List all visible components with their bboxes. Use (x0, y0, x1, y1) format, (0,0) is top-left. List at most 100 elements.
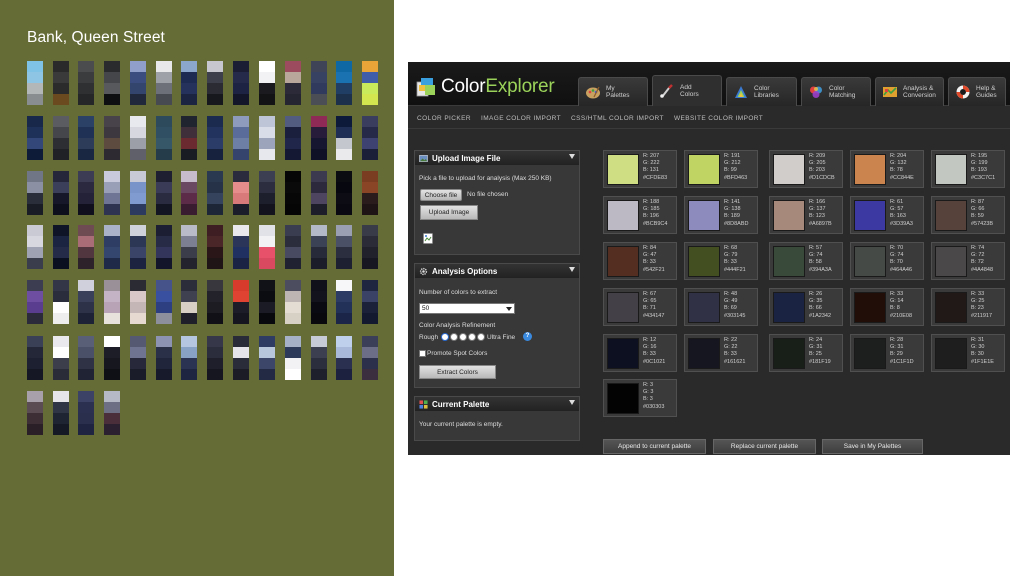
slide-panel: Bank, Queen Street (0, 0, 394, 576)
color-swatch[interactable] (607, 246, 639, 277)
color-swatch[interactable] (773, 154, 805, 185)
collapse-arrow-icon[interactable] (569, 267, 575, 272)
color-card[interactable]: R: 12 G: 16 B: 33 #0C1021 (603, 334, 677, 372)
color-swatch[interactable] (935, 246, 967, 277)
color-swatch[interactable] (935, 154, 967, 185)
color-swatch[interactable] (607, 154, 639, 185)
swatch-cell (285, 72, 301, 83)
help-info-icon[interactable]: ? (523, 332, 532, 341)
refinement-radio-2[interactable] (450, 333, 458, 341)
color-card[interactable]: R: 84 G: 47 B: 33 #542F21 (603, 242, 677, 280)
color-swatch[interactable] (688, 292, 720, 323)
color-card[interactable]: R: 24 G: 31 B: 25 #181F19 (769, 334, 843, 372)
color-card[interactable]: R: 3 G: 3 B: 3 #030303 (603, 379, 677, 417)
swatch-cell (336, 369, 352, 380)
tab-add-colors[interactable]: Add Colors (652, 75, 722, 106)
color-card[interactable]: R: 33 G: 14 B: 8 #210E08 (850, 288, 924, 326)
color-card[interactable]: R: 33 G: 25 B: 23 #211917 (931, 288, 1005, 326)
color-card[interactable]: R: 70 G: 74 B: 70 #464A46 (850, 242, 924, 280)
app-logo[interactable]: ColorExplorer (441, 76, 555, 98)
color-swatch[interactable] (773, 200, 805, 231)
color-card[interactable]: R: 74 G: 72 B: 72 #4A4848 (931, 242, 1005, 280)
choose-file-button[interactable]: Choose file (420, 189, 462, 201)
color-card[interactable]: R: 31 G: 30 B: 30 #1F1E1E (931, 334, 1005, 372)
analysis-panel-header[interactable]: Analysis Options (415, 264, 579, 278)
collapse-arrow-icon[interactable] (569, 154, 575, 159)
colors-count-select[interactable]: 50 (419, 303, 515, 314)
tab-analysis-conversion[interactable]: Analysis & Conversion (875, 77, 944, 106)
color-swatch[interactable] (773, 246, 805, 277)
color-value-g: G: 35 (809, 298, 823, 305)
color-card[interactable]: R: 141 G: 138 B: 189 #8D8ABD (684, 196, 758, 234)
tab-color-libraries[interactable]: Color Libraries (726, 77, 797, 106)
color-card[interactable]: R: 209 G: 205 B: 203 #D1CDCB (769, 150, 843, 188)
color-swatch[interactable] (688, 246, 720, 277)
color-swatch[interactable] (607, 383, 639, 414)
subnav-website-color-import[interactable]: WEBSITE COLOR IMPORT (674, 115, 763, 122)
color-card[interactable]: R: 67 G: 65 B: 71 #434147 (603, 288, 677, 326)
append-to-palette-button[interactable]: Append to current palette (603, 439, 706, 454)
color-card[interactable]: R: 57 G: 74 B: 58 #394A3A (769, 242, 843, 280)
color-card[interactable]: R: 195 G: 199 B: 193 #C3C7C1 (931, 150, 1005, 188)
swatch-cell (285, 182, 301, 193)
upload-panel-header[interactable]: Upload Image File (415, 151, 579, 165)
upload-image-button[interactable]: Upload Image (420, 205, 478, 220)
swatch-cell (311, 258, 327, 269)
color-card[interactable]: R: 191 G: 212 B: 99 #BFD463 (684, 150, 758, 188)
color-swatch[interactable] (935, 338, 967, 369)
swatch-cell (181, 291, 197, 302)
swatch-column (104, 171, 120, 215)
swatch-cell (78, 171, 94, 182)
color-card[interactable]: R: 204 G: 132 B: 78 #CC844E (850, 150, 924, 188)
swatch-cell (27, 116, 43, 127)
color-swatch[interactable] (935, 200, 967, 231)
color-card[interactable]: R: 188 G: 185 B: 196 #BCB9C4 (603, 196, 677, 234)
palette-panel-header[interactable]: Current Palette (415, 397, 579, 411)
color-swatch[interactable] (854, 154, 886, 185)
color-swatch[interactable] (688, 154, 720, 185)
color-swatch[interactable] (854, 338, 886, 369)
extract-colors-button[interactable]: Extract Colors (419, 365, 496, 379)
refinement-radio-1[interactable] (441, 333, 449, 341)
color-swatch[interactable] (773, 292, 805, 323)
color-card[interactable]: R: 87 G: 66 B: 59 #57423B (931, 196, 1005, 234)
color-value-r: R: 74 (971, 245, 985, 251)
color-card[interactable]: R: 28 G: 31 B: 29 #1C1F1D (850, 334, 924, 372)
color-swatch[interactable] (607, 292, 639, 323)
refinement-radio-4[interactable] (468, 333, 476, 341)
color-value-r: R: 3 (643, 382, 654, 388)
color-card[interactable]: R: 22 G: 22 B: 33 #161621 (684, 334, 758, 372)
color-swatch[interactable] (607, 200, 639, 231)
collapse-arrow-icon[interactable] (569, 400, 575, 405)
color-card[interactable]: R: 26 G: 35 B: 66 #1A2342 (769, 288, 843, 326)
replace-palette-button[interactable]: Replace current palette (713, 439, 816, 454)
refinement-radio-5[interactable] (477, 333, 485, 341)
color-swatch[interactable] (854, 200, 886, 231)
swatch-cell (233, 171, 249, 182)
color-swatch[interactable] (935, 292, 967, 323)
color-swatch[interactable] (854, 246, 886, 277)
color-swatch[interactable] (773, 338, 805, 369)
color-card[interactable]: R: 68 G: 79 B: 33 #444F21 (684, 242, 758, 280)
color-swatch[interactable] (854, 292, 886, 323)
swatch-column (207, 61, 223, 105)
color-card[interactable]: R: 207 G: 222 B: 131 #CFDE83 (603, 150, 677, 188)
refinement-radio-3[interactable] (459, 333, 467, 341)
color-card[interactable]: R: 61 G: 57 B: 163 #3D39A3 (850, 196, 924, 234)
save-in-my-palettes-button[interactable]: Save in My Palettes (822, 439, 923, 454)
tab-color-matching[interactable]: Color Matching (801, 77, 871, 106)
color-card[interactable]: R: 166 G: 137 B: 123 #A6897B (769, 196, 843, 234)
tab-help-guides[interactable]: Help & Guides (948, 77, 1006, 106)
promote-spot-colors-checkbox[interactable] (419, 350, 426, 357)
color-value-b: B: 99 (724, 167, 737, 174)
color-value-g: G: 22 (724, 344, 738, 351)
color-swatch[interactable] (607, 338, 639, 369)
subnav-color-picker[interactable]: COLOR PICKER (417, 115, 471, 122)
color-swatch[interactable] (688, 338, 720, 369)
swatch-cell (27, 94, 43, 105)
color-swatch[interactable] (688, 200, 720, 231)
color-card[interactable]: R: 48 G: 49 B: 69 #303145 (684, 288, 758, 326)
tab-my-palettes[interactable]: My Palettes (578, 77, 648, 106)
subnav-image-color-import[interactable]: IMAGE COLOR IMPORT (481, 115, 561, 122)
subnav-css-html-color-import[interactable]: CSS/HTML COLOR IMPORT (571, 115, 664, 122)
